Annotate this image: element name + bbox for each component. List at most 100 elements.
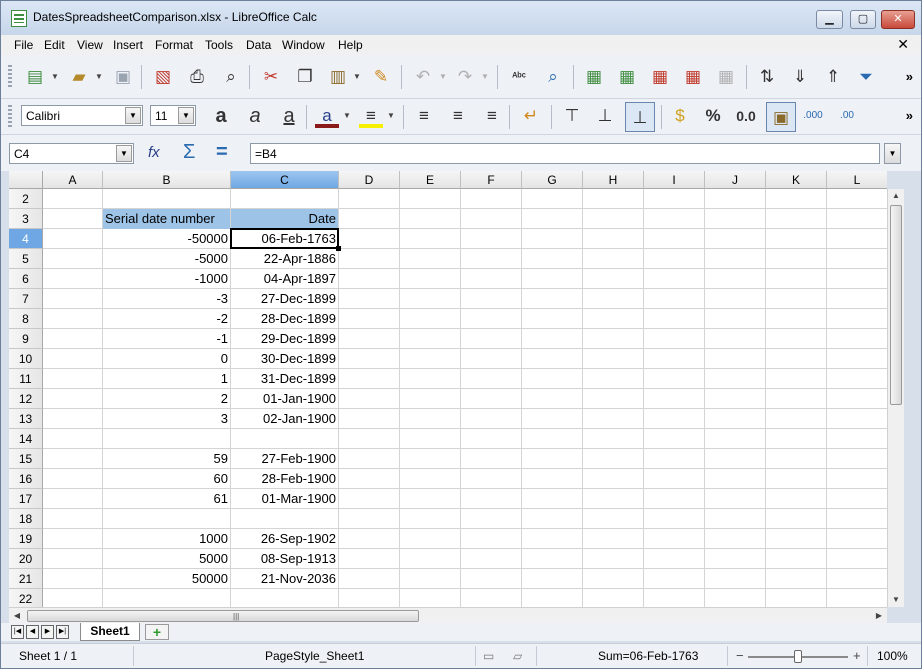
function-wizard-icon[interactable]: fx	[148, 144, 160, 161]
cell-serial-number[interactable]: 2	[103, 389, 230, 409]
cell-date[interactable]: 28-Dec-1899	[231, 309, 338, 329]
number-format-icon[interactable]: 0.0	[734, 104, 758, 128]
cell-cursor[interactable]	[230, 228, 339, 249]
currency-format-icon[interactable]: $	[668, 104, 692, 128]
redo-icon[interactable]: ↷	[453, 65, 477, 89]
clone-formatting-icon[interactable]: ✎	[369, 65, 393, 89]
zoom-in-icon[interactable]: +	[853, 648, 861, 663]
close-document-icon[interactable]: ✕	[897, 36, 909, 53]
row-header-16[interactable]: 16	[9, 469, 43, 489]
menu-data[interactable]: Data	[246, 38, 271, 52]
cell-date[interactable]: 29-Dec-1899	[231, 329, 338, 349]
previous-sheet-icon[interactable]: ◀	[26, 625, 39, 639]
vertical-scroll-thumb[interactable]	[890, 205, 902, 405]
paste-icon[interactable]: ▥	[326, 65, 350, 89]
row-header-14[interactable]: 14	[9, 429, 43, 449]
row-header-2[interactable]: 2	[9, 189, 43, 209]
find-replace-icon[interactable]: ⌕	[541, 65, 565, 89]
cell-date[interactable]: 22-Apr-1886	[231, 249, 338, 269]
last-sheet-icon[interactable]: ▶|	[56, 625, 69, 639]
fill-handle[interactable]	[336, 246, 341, 251]
column-header-b[interactable]: B	[103, 171, 231, 189]
row-header-7[interactable]: 7	[9, 289, 43, 309]
font-color-dropdown-icon[interactable]: ▼	[343, 104, 351, 128]
scroll-left-icon[interactable]: ◀	[11, 609, 23, 623]
row-header-9[interactable]: 9	[9, 329, 43, 349]
maximize-button[interactable]: ▢	[850, 10, 876, 29]
redo-dropdown-icon[interactable]: ▼	[481, 65, 489, 89]
menu-format[interactable]: Format	[155, 38, 193, 52]
cell-serial-number[interactable]: -2	[103, 309, 230, 329]
insert-row-icon[interactable]: ▦	[582, 65, 606, 89]
merge-cells-icon[interactable]: ▦	[714, 65, 738, 89]
scroll-right-icon[interactable]: ▶	[873, 609, 885, 623]
font-name-combo[interactable]: Calibri ▼	[21, 105, 143, 126]
column-header-l[interactable]: L	[827, 171, 887, 189]
cut-icon[interactable]: ✂	[259, 65, 283, 89]
undo-icon[interactable]: ↶	[411, 65, 435, 89]
new-dropdown-icon[interactable]: ▼	[51, 65, 59, 89]
insert-column-icon[interactable]: ▦	[615, 65, 639, 89]
cell-date[interactable]: 28-Feb-1900	[231, 469, 338, 489]
horizontal-scrollbar[interactable]: ◀ ||| ▶	[9, 607, 887, 623]
delete-decimal-icon[interactable]: .00	[835, 104, 859, 128]
row-header-5[interactable]: 5	[9, 249, 43, 269]
cell-date[interactable]: 01-Jan-1900	[231, 389, 338, 409]
cell-serial-number[interactable]: 1	[103, 369, 230, 389]
print-icon[interactable]: ⎙	[185, 65, 209, 89]
page-style[interactable]: PageStyle_Sheet1	[265, 649, 364, 663]
toolbar-more-icon[interactable]: »	[906, 108, 913, 123]
select-all-corner[interactable]	[9, 171, 43, 189]
date-format-icon[interactable]: ▣	[766, 102, 796, 132]
selection-sum[interactable]: Sum=06-Feb-1763	[598, 649, 698, 663]
new-document-icon[interactable]: ▤	[23, 65, 47, 89]
spellcheck-icon[interactable]: ᴬᵇᶜ	[507, 65, 531, 89]
cell-serial-number[interactable]: -3	[103, 289, 230, 309]
expand-formula-icon[interactable]: ▼	[884, 143, 901, 164]
column-header-g[interactable]: G	[522, 171, 583, 189]
add-sheet-icon[interactable]: +	[145, 624, 169, 640]
name-box[interactable]: C4 ▼	[9, 143, 134, 164]
align-right-icon[interactable]: ≡	[480, 104, 504, 128]
column-header-c[interactable]: C	[231, 171, 339, 189]
row-header-18[interactable]: 18	[9, 509, 43, 529]
align-bottom-icon[interactable]: ⊥	[625, 102, 655, 132]
toolbar-grip[interactable]	[8, 65, 12, 89]
cell-serial-number[interactable]: 59	[103, 449, 230, 469]
next-sheet-icon[interactable]: ▶	[41, 625, 54, 639]
cell-serial-number[interactable]: 3	[103, 409, 230, 429]
autofilter-icon[interactable]: ⏷	[854, 65, 878, 89]
cell-serial-number[interactable]: 61	[103, 489, 230, 509]
menu-file[interactable]: File	[14, 38, 33, 52]
cell-date[interactable]: 04-Apr-1897	[231, 269, 338, 289]
menu-view[interactable]: View	[77, 38, 103, 52]
row-header-10[interactable]: 10	[9, 349, 43, 369]
cell-serial-number[interactable]: 5000	[103, 549, 230, 569]
sort-ascending-icon[interactable]: ⇑	[821, 65, 845, 89]
cell-date[interactable]: 30-Dec-1899	[231, 349, 338, 369]
close-window-button[interactable]: ✕	[881, 10, 915, 29]
column-header-j[interactable]: J	[705, 171, 766, 189]
column-header-f[interactable]: F	[461, 171, 522, 189]
column-header-a[interactable]: A	[43, 171, 103, 189]
toolbar-grip[interactable]	[8, 105, 12, 129]
underline-icon[interactable]: a	[277, 104, 301, 128]
undo-dropdown-icon[interactable]: ▼	[439, 65, 447, 89]
row-header-12[interactable]: 12	[9, 389, 43, 409]
align-left-icon[interactable]: ≡	[412, 104, 436, 128]
column-header-h[interactable]: H	[583, 171, 644, 189]
font-color-icon[interactable]: a	[315, 104, 339, 128]
menu-insert[interactable]: Insert	[113, 38, 143, 52]
chevron-down-icon[interactable]: ▼	[125, 107, 141, 124]
column-header-e[interactable]: E	[400, 171, 461, 189]
cell-serial-number[interactable]: -1000	[103, 269, 230, 289]
print-preview-icon[interactable]: ⌕	[219, 65, 243, 89]
formula-equals-icon[interactable]: =	[216, 141, 228, 164]
cell-serial-number[interactable]: 60	[103, 469, 230, 489]
sheet-tab-sheet1[interactable]: Sheet1	[80, 623, 140, 641]
row-header-22[interactable]: 22	[9, 589, 43, 607]
row-header-4[interactable]: 4	[9, 229, 43, 249]
add-decimal-icon[interactable]: .000	[801, 104, 825, 128]
cell-serial-number[interactable]: 50000	[103, 569, 230, 589]
row-header-20[interactable]: 20	[9, 549, 43, 569]
